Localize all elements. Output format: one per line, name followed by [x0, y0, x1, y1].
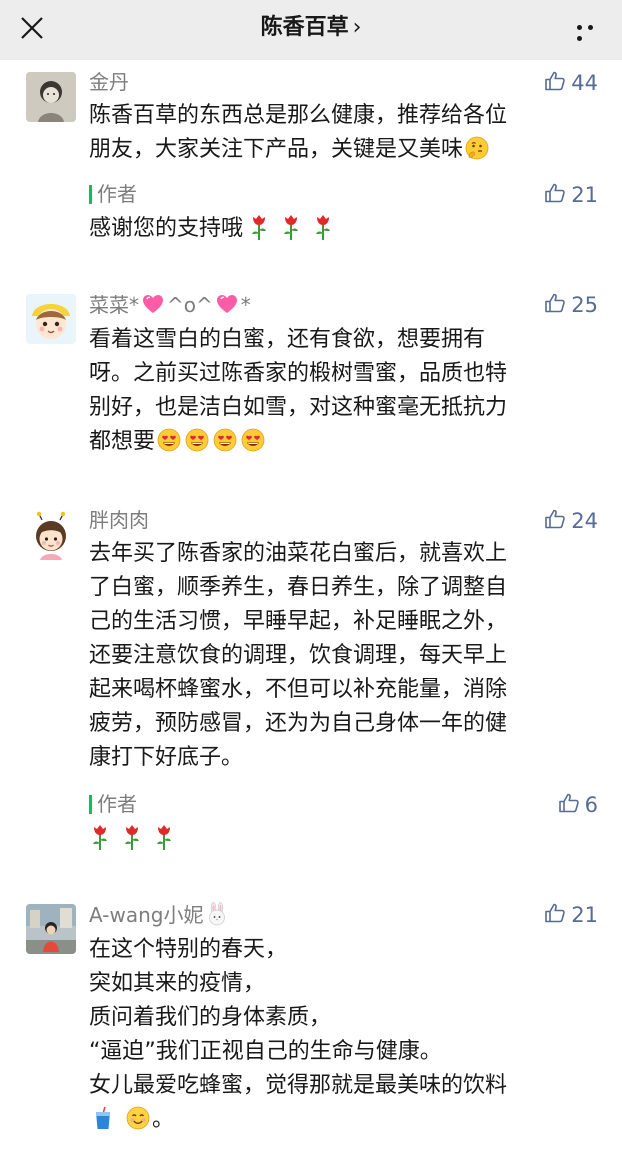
author-reply-text: 感谢您的支持哦 [89, 212, 339, 246]
rose-icon [281, 213, 301, 241]
thumbs-up-icon [543, 291, 567, 315]
chevron-right-icon: › [352, 15, 362, 40]
thumbs-up-icon [543, 901, 567, 925]
reply-like-button[interactable]: 21 [543, 181, 598, 207]
commenter-name[interactable]: 菜菜* ^o^ * [89, 292, 251, 317]
comment-line: 去年买了陈香家的油菜花白蜜后，就喜欢上 [89, 541, 508, 566]
top-nav-bar: 陈香百草 › [0, 0, 622, 60]
rose-icon [249, 213, 269, 241]
comment-item: A-wang小妮 21 在这个特别的春天， 突如其来的疫情， 质问着我们的身体素… [0, 892, 622, 1160]
comment-item: 胖肉肉 24 去年买了陈香家的油菜花白蜜后，就喜欢上 了白蜜，顺季养生，春日养生… [0, 498, 622, 858]
heart-eyes-face-icon [157, 428, 181, 452]
comment-line: 呀。之前买过陈香家的椴树雪蜜，品质也特 [89, 361, 508, 386]
like-button[interactable]: 24 [543, 507, 598, 533]
avatar[interactable] [26, 294, 76, 344]
comment-line: 起来喝杯蜂蜜水，不但可以补充能量，消除 [89, 677, 508, 702]
heart-eyes-face-icon [213, 428, 237, 452]
heart-icon [141, 292, 165, 316]
rose-icon [122, 823, 142, 851]
like-count: 44 [571, 71, 598, 95]
avatar[interactable] [26, 904, 76, 954]
heart-eyes-face-icon [241, 428, 265, 452]
account-title-link[interactable]: 陈香百草 › [261, 15, 362, 40]
thumbs-up-icon [543, 181, 567, 205]
thinking-face-icon [465, 136, 489, 160]
reply-like-button[interactable]: 6 [557, 791, 598, 817]
rose-icon [313, 213, 333, 241]
author-reply-label: 作者 [89, 792, 137, 816]
comment-item: 金丹 44 陈香百草的东西总是那么健康，推荐给各位 朋友，大家关注下产品，关键是… [0, 60, 622, 260]
thumbs-up-icon [543, 69, 567, 93]
account-name: 陈香百草 [260, 15, 349, 40]
comment-text: 去年买了陈香家的油菜花白蜜后，就喜欢上 了白蜜，顺季养生，春日养生，除了调整自 … [89, 537, 599, 775]
smiling-face-icon [126, 1106, 150, 1130]
author-reply-text [84, 822, 180, 856]
comment-line: 在这个特别的春天， [89, 937, 288, 962]
commenter-name[interactable]: 胖肉肉 [89, 508, 149, 532]
comment-line: 质问着我们的身体素质， [89, 1005, 332, 1030]
nav-title-area: 陈香百草 › [0, 9, 622, 41]
like-count: 24 [571, 509, 598, 533]
comment-item: 菜菜* ^o^ * 25 看着这雪白的白蜜，还有食欲，想要拥有 呀。之前买过陈香家的… [0, 282, 622, 472]
comment-line: 。 [89, 1103, 599, 1137]
more-icon[interactable] [574, 22, 606, 41]
avatar[interactable] [26, 510, 76, 560]
comment-text: 在这个特别的春天， 突如其来的疫情， 质问着我们的身体素质， “逼迫”我们正视自… [89, 933, 599, 1137]
like-count: 21 [571, 903, 598, 927]
comment-line: 了白蜜，顺季养生，春日养生，除了调整自 [89, 575, 508, 600]
comment-line: 疲劳，预防感冒，还为为自己身体一年的健 [89, 711, 508, 736]
avatar[interactable] [26, 72, 76, 122]
comment-line: 看着这雪白的白蜜，还有食欲，想要拥有 [89, 327, 486, 352]
commenter-name[interactable]: A-wang小妮 [89, 902, 231, 927]
thumbs-up-icon [557, 791, 581, 815]
like-count: 25 [571, 293, 598, 317]
comment-line: 都想要 [89, 425, 599, 459]
heart-icon [215, 292, 239, 316]
rose-icon [90, 823, 110, 851]
like-button[interactable]: 44 [543, 69, 598, 95]
comment-line: 女儿最爱吃蜂蜜，觉得那就是最美味的饮料 [89, 1073, 508, 1098]
comment-line: 己的生活习惯，早睡早起，补足睡眠之外， [89, 609, 508, 634]
comment-line: 陈香百草的东西总是那么健康，推荐给各位 [89, 103, 508, 128]
author-reply-label: 作者 [89, 182, 137, 206]
like-button[interactable]: 21 [543, 901, 598, 927]
comment-line: “逼迫”我们正视自己的生命与健康。 [89, 1039, 442, 1064]
comment-text: 陈香百草的东西总是那么健康，推荐给各位 朋友，大家关注下产品，关键是又美味 [89, 99, 599, 167]
comment-line: 突如其来的疫情， [89, 971, 266, 996]
thumbs-up-icon [543, 507, 567, 531]
cup-with-straw-icon [91, 1106, 115, 1130]
commenter-name[interactable]: 金丹 [89, 70, 129, 94]
comment-text: 看着这雪白的白蜜，还有食欲，想要拥有 呀。之前买过陈香家的椴树雪蜜，品质也特 别… [89, 323, 599, 459]
heart-eyes-face-icon [185, 428, 209, 452]
comment-line: 还要注意饮食的调理，饮食调理，每天早上 [89, 643, 508, 668]
close-icon[interactable] [18, 14, 46, 42]
bunny-face-icon [205, 902, 229, 926]
comment-line: 朋友，大家关注下产品，关键是又美味 [89, 133, 599, 167]
comment-line: 康打下好底子。 [89, 745, 244, 770]
rose-icon [154, 823, 174, 851]
like-count: 21 [571, 183, 598, 207]
like-button[interactable]: 25 [543, 291, 598, 317]
like-count: 6 [584, 793, 598, 817]
comment-line: 别好，也是洁白如雪，对这种蜜毫无抵抗力 [89, 395, 508, 420]
